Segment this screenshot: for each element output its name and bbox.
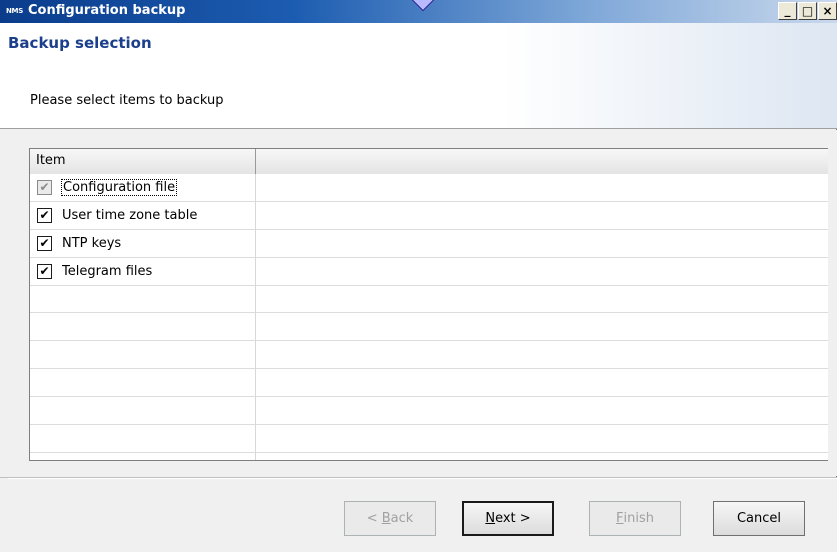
close-button[interactable]: ×: [818, 2, 837, 20]
list-item-empty: [30, 425, 828, 453]
item-checkbox: ✔: [37, 179, 52, 195]
item-label: Configuration file: [60, 178, 178, 196]
maximize-icon: □: [801, 4, 814, 18]
item-label: User time zone table: [62, 207, 198, 223]
check-icon: ✔: [39, 180, 50, 195]
window-controls: _ □ ×: [777, 2, 837, 20]
list-item-cell: ✔ Configuration file: [30, 174, 256, 201]
back-button[interactable]: < Back: [344, 501, 436, 536]
check-icon: ✔: [39, 264, 50, 279]
list-item-empty: [30, 313, 828, 342]
window-title: Configuration backup: [28, 3, 186, 18]
item-checkbox[interactable]: ✔: [37, 207, 52, 223]
maximize-button[interactable]: □: [798, 2, 817, 20]
page-title: Backup selection: [8, 34, 152, 52]
list-item-cell: ✔ Telegram files: [30, 258, 256, 285]
minimize-button[interactable]: _: [778, 2, 797, 20]
back-prefix: <: [366, 511, 382, 526]
column-header-blank[interactable]: [256, 149, 828, 174]
list-item[interactable]: ✔ Telegram files: [30, 258, 828, 286]
page-subtitle: Please select items to backup: [30, 93, 224, 108]
list-rows: ✔ Configuration file ✔ User time zone table…: [30, 174, 828, 453]
finish-rest: inish: [623, 511, 654, 526]
list-item-cell: ✔ NTP keys: [30, 230, 256, 257]
list-item-empty: [30, 369, 828, 398]
next-button[interactable]: Next >: [462, 501, 554, 536]
item-checkbox[interactable]: ✔: [37, 263, 52, 279]
wizard-window: NMS Configuration backup _ □ × Backup se…: [0, 0, 837, 552]
list-item-cell: ✔ User time zone table: [30, 202, 256, 229]
column-header-item[interactable]: Item: [30, 149, 256, 174]
minimize-icon: _: [784, 3, 791, 17]
check-icon: ✔: [39, 208, 50, 223]
list-item-empty: [30, 341, 828, 370]
finish-mnemonic: F: [616, 511, 624, 526]
next-mnemonic: N: [485, 511, 496, 526]
item-checkbox[interactable]: ✔: [37, 235, 52, 251]
close-icon: ×: [822, 4, 833, 18]
list-item[interactable]: ✔ User time zone table: [30, 202, 828, 230]
app-icon: NMS: [6, 7, 23, 15]
footer-separator: [8, 478, 837, 479]
item-label: Telegram files: [62, 263, 153, 279]
back-rest: ack: [390, 511, 414, 526]
list-item[interactable]: ✔ NTP keys: [30, 230, 828, 258]
list-item-empty: [30, 286, 828, 314]
column-divider: [255, 174, 256, 460]
cancel-button[interactable]: Cancel: [713, 501, 805, 536]
finish-button[interactable]: Finish: [589, 501, 681, 536]
next-rest: ext >: [495, 511, 531, 526]
item-label: NTP keys: [62, 235, 122, 251]
backup-item-list[interactable]: Item ✔ Configuration file ✔ User time zone …: [29, 148, 828, 461]
cancel-label: Cancel: [736, 511, 782, 526]
list-item[interactable]: ✔ Configuration file: [30, 174, 828, 202]
check-icon: ✔: [39, 236, 50, 251]
list-header: Item: [30, 149, 828, 174]
back-mnemonic: B: [381, 511, 391, 526]
list-item-empty: [30, 397, 828, 426]
